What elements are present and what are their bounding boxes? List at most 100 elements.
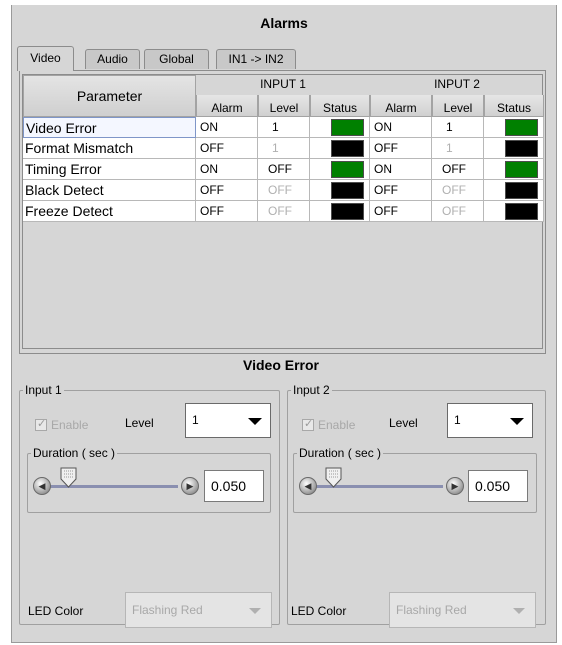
chevron-down-icon (248, 418, 262, 425)
input1-duration-label: Duration ( sec ) (31, 446, 118, 460)
in1-alarm-cell[interactable]: ON (196, 159, 258, 180)
input1-level-label: Level (125, 416, 154, 430)
parameter-header[interactable]: Parameter (23, 75, 196, 117)
in2-level-cell[interactable]: OFF (432, 180, 484, 201)
in2-status-cell (484, 117, 544, 138)
in1-alarm-cell[interactable]: OFF (196, 138, 258, 159)
in1-status-cell (310, 138, 370, 159)
input1-enable-checkbox[interactable]: Enable (35, 417, 89, 432)
in2-alarm-cell[interactable]: OFF (370, 201, 432, 222)
in1-status-cell (310, 201, 370, 222)
input1-decrement-button[interactable]: ◀ (33, 477, 51, 495)
in2-alarm-header[interactable]: Alarm (370, 95, 432, 117)
in1-status-cell (310, 180, 370, 201)
detail-title: Video Error (243, 357, 319, 373)
status-indicator (331, 140, 364, 157)
in1-status-header[interactable]: Status (310, 95, 370, 117)
row-parameter-name[interactable]: Format Mismatch (23, 138, 196, 159)
alarms-table: Parameter INPUT 1 Alarm Level Status INP… (22, 74, 544, 349)
in2-level-cell[interactable]: 1 (432, 138, 484, 159)
input2-header: INPUT 2 (434, 77, 480, 91)
input2-level-label: Level (389, 416, 418, 430)
in1-level-cell[interactable]: OFF (258, 180, 310, 201)
status-indicator (331, 203, 364, 220)
table-row[interactable]: Format Mismatch OFF 1 OFF 1 (23, 138, 544, 159)
input2-led-value: Flashing Red (396, 603, 467, 617)
in2-alarm-cell[interactable]: OFF (370, 138, 432, 159)
status-indicator (505, 119, 538, 136)
row-parameter-name[interactable]: Video Error (23, 117, 196, 138)
tab-in1-in2[interactable]: IN1 -> IN2 (216, 49, 296, 69)
row-parameter-name[interactable]: Freeze Detect (23, 201, 196, 222)
input1-slider-thumb[interactable] (60, 467, 77, 488)
status-indicator (331, 119, 364, 136)
tab-global[interactable]: Global (144, 49, 209, 69)
tab-video[interactable]: Video (17, 46, 74, 71)
in1-alarm-cell[interactable]: ON (196, 117, 258, 138)
input2-enable-label: Enable (318, 418, 356, 432)
status-indicator (505, 140, 538, 157)
input2-level-select[interactable]: 1 (447, 403, 533, 438)
in2-level-cell[interactable]: OFF (432, 159, 484, 180)
tab-content: Parameter INPUT 1 Alarm Level Status INP… (19, 70, 546, 354)
in1-level-cell[interactable]: OFF (258, 201, 310, 222)
input1-led-label: LED Color (28, 604, 84, 618)
input1-group-label: Input 1 (23, 383, 64, 397)
status-indicator (331, 161, 364, 178)
in1-level-cell[interactable]: OFF (258, 159, 310, 180)
tab-audio[interactable]: Audio (85, 49, 140, 69)
input2-slider-thumb[interactable] (325, 467, 342, 488)
in1-level-cell[interactable]: 1 (258, 138, 310, 159)
check-icon (302, 417, 314, 431)
input1-header: INPUT 1 (260, 77, 306, 91)
row-parameter-name[interactable]: Timing Error (23, 159, 196, 180)
input1-enable-label: Enable (51, 418, 89, 432)
in1-level-cell[interactable]: 1 (258, 117, 310, 138)
table-row[interactable]: Video Error ON 1 ON 1 (23, 117, 544, 138)
check-icon (35, 417, 47, 431)
input2-enable-checkbox[interactable]: Enable (302, 417, 356, 432)
input2-decrement-button[interactable]: ◀ (299, 477, 317, 495)
in2-level-cell[interactable]: OFF (432, 201, 484, 222)
status-indicator (505, 161, 538, 178)
chevron-down-icon (249, 608, 261, 614)
in1-alarm-header[interactable]: Alarm (196, 95, 258, 117)
status-indicator (331, 182, 364, 199)
input2-duration-label: Duration ( sec ) (297, 446, 384, 460)
input1-led-value: Flashing Red (132, 603, 203, 617)
table-row[interactable]: Black Detect OFF OFF OFF OFF (23, 180, 544, 201)
panel-title: Alarms (260, 15, 308, 31)
chevron-down-icon (513, 608, 525, 614)
input1-increment-button[interactable]: ▶ (181, 477, 199, 495)
in2-status-cell (484, 201, 544, 222)
input2-duration-field[interactable]: 0.050 (468, 470, 528, 502)
in1-alarm-cell[interactable]: OFF (196, 180, 258, 201)
status-indicator (505, 203, 538, 220)
in1-status-cell (310, 159, 370, 180)
in2-level-cell[interactable]: 1 (432, 117, 484, 138)
in2-alarm-cell[interactable]: OFF (370, 180, 432, 201)
input2-level-value: 1 (454, 413, 461, 427)
table-row[interactable]: Freeze Detect OFF OFF OFF OFF (23, 201, 544, 222)
in2-alarm-cell[interactable]: ON (370, 117, 432, 138)
in2-status-cell (484, 180, 544, 201)
in2-status-header[interactable]: Status (484, 95, 544, 117)
in1-level-header[interactable]: Level (258, 95, 310, 117)
in2-alarm-cell[interactable]: ON (370, 159, 432, 180)
input2-led-select[interactable]: Flashing Red (389, 592, 536, 628)
in2-status-cell (484, 138, 544, 159)
in1-status-cell (310, 117, 370, 138)
row-parameter-name[interactable]: Black Detect (23, 180, 196, 201)
chevron-down-icon (510, 418, 524, 425)
input1-level-value: 1 (192, 413, 199, 427)
table-row[interactable]: Timing Error ON OFF ON OFF (23, 159, 544, 180)
input1-led-select[interactable]: Flashing Red (125, 592, 272, 628)
in2-level-header[interactable]: Level (432, 95, 484, 117)
input2-increment-button[interactable]: ▶ (446, 477, 464, 495)
input2-led-label: LED Color (291, 604, 347, 618)
in2-status-cell (484, 159, 544, 180)
input1-duration-field[interactable]: 0.050 (204, 470, 264, 502)
input2-group-label: Input 2 (291, 383, 332, 397)
in1-alarm-cell[interactable]: OFF (196, 201, 258, 222)
input1-level-select[interactable]: 1 (185, 403, 271, 438)
